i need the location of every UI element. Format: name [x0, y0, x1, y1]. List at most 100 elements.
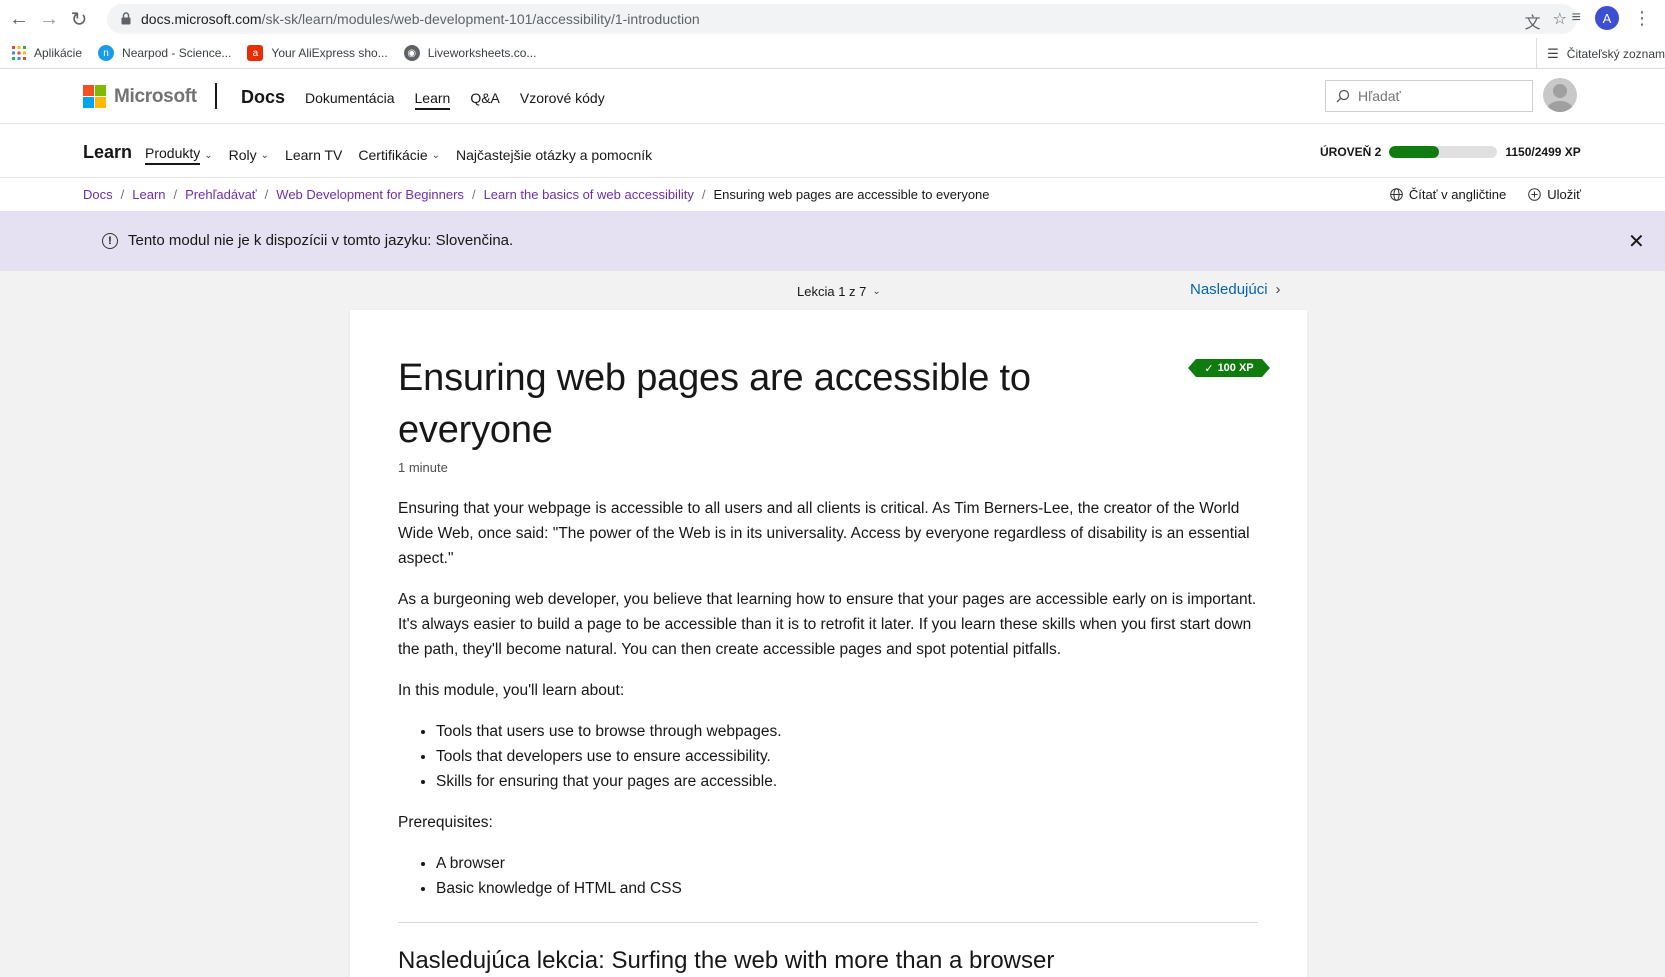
- nearpod-icon: n: [98, 45, 115, 61]
- list-item: Tools that users use to browse through w…: [436, 719, 1258, 744]
- nav-learn-tv[interactable]: Learn TV: [285, 145, 342, 165]
- header-nav: Dokumentácia Learn Q&A Vzorové kódy: [305, 90, 605, 110]
- menu-icon[interactable]: ⋮: [1633, 8, 1651, 29]
- next-label: Nasledujúci: [1190, 281, 1268, 298]
- nav-code-samples[interactable]: Vzorové kódy: [520, 90, 605, 110]
- xp-badge-label: 100 XP: [1217, 362, 1254, 374]
- duration: 1 minute: [398, 460, 448, 475]
- next-lesson-heading: Nasledujúca lekcia: Surfing the web with…: [398, 947, 1055, 974]
- address-bar[interactable]: docs.microsoft.com/sk-sk/learn/modules/w…: [107, 4, 1577, 34]
- save-button[interactable]: Uložiť: [1528, 187, 1581, 202]
- translate-icon[interactable]: 文: [1525, 9, 1541, 33]
- back-icon[interactable]: ←: [6, 6, 32, 32]
- bookmark-label: Nearpod - Science...: [122, 46, 232, 60]
- paragraph: In this module, you'll learn about:: [398, 682, 625, 699]
- microsoft-logo-icon: [83, 85, 106, 108]
- nav-products-label: Produkty: [145, 145, 201, 165]
- breadcrumb-separator: /: [701, 187, 706, 202]
- aliexpress-icon: a: [247, 45, 264, 61]
- reading-list-button[interactable]: ☰ Čitateľský zoznam: [1536, 38, 1665, 69]
- breadcrumb-separator: /: [264, 187, 269, 202]
- info-icon: !: [102, 233, 118, 249]
- nav-certifications-label: Certifikácie: [358, 147, 428, 163]
- reading-list-label: Čitateľský zoznam: [1566, 46, 1665, 61]
- search-placeholder: Hľadať: [1358, 88, 1401, 104]
- paragraph: Ensuring that your webpage is accessible…: [398, 500, 1250, 567]
- bookmark-label: Aplikácie: [34, 46, 83, 60]
- user-icon: [1547, 84, 1573, 112]
- reload-icon[interactable]: ↻: [66, 6, 92, 32]
- profile-avatar[interactable]: A: [1595, 6, 1619, 30]
- globe-icon: [1390, 188, 1403, 201]
- brand-name: Microsoft: [114, 85, 197, 107]
- xp-text: 1150/2499 XP: [1505, 145, 1581, 159]
- search-icon: [1336, 89, 1350, 103]
- media-icon[interactable]: ≡: [1572, 9, 1581, 27]
- apps-grid-icon: [12, 46, 26, 60]
- learn-title[interactable]: Learn: [83, 142, 132, 163]
- check-icon: ✓: [1204, 362, 1214, 375]
- breadcrumb-learn[interactable]: Learn: [132, 187, 165, 202]
- bookmark-label: Liveworksheets.co...: [427, 46, 537, 60]
- chevron-down-icon: ⌄: [204, 149, 213, 161]
- breadcrumb-current: Ensuring web pages are accessible to eve…: [713, 187, 990, 202]
- breadcrumb: Docs / Learn / Prehľadávať / Web Developmen…: [0, 179, 1665, 211]
- list-item: Skills for ensuring that your pages are …: [436, 769, 1258, 794]
- breadcrumb-path[interactable]: Web Development for Beginners: [276, 187, 464, 202]
- lesson-body: Ensuring that your webpage is accessible…: [398, 496, 1258, 917]
- forward-icon[interactable]: →: [36, 6, 62, 32]
- url-path: /sk-sk/learn/modules/web-development-101…: [261, 11, 700, 27]
- learn-bar: Learn Produkty ⌄ Roly ⌄ Learn TV Certifiká…: [0, 124, 1665, 178]
- nav-learn[interactable]: Learn: [414, 90, 451, 110]
- breadcrumb-docs[interactable]: Docs: [83, 187, 113, 202]
- xp-progress-bar: [1389, 146, 1498, 158]
- save-label: Uložiť: [1547, 187, 1581, 202]
- breadcrumb-browse[interactable]: Prehľadávať: [185, 187, 257, 202]
- chevron-right-icon: ›: [1275, 281, 1281, 298]
- paragraph: As a burgeoning web developer, you belie…: [398, 591, 1257, 658]
- browser-toolbar: ← → ↻ docs.microsoft.com/sk-sk/learn/mod…: [0, 0, 1665, 38]
- level-progress[interactable]: ÚROVEŇ 2 1150/2499 XP: [1320, 145, 1581, 159]
- nav-documentation[interactable]: Dokumentácia: [305, 90, 395, 110]
- docs-link[interactable]: Docs: [241, 87, 285, 108]
- divider: [215, 83, 217, 109]
- list-item: Tools that developers use to ensure acce…: [436, 744, 1258, 769]
- read-in-english-label: Čítať v angličtine: [1408, 187, 1507, 202]
- page-title: Ensuring web pages are accessible to eve…: [398, 357, 1031, 451]
- star-icon[interactable]: ☆: [1553, 9, 1567, 33]
- nav-faq-label: Najčastejšie otázky a pomocník: [456, 147, 653, 163]
- divider: [398, 922, 1258, 923]
- globe-icon: ◉: [403, 45, 420, 61]
- chevron-down-icon: ⌄: [431, 149, 441, 161]
- list-item: A browser: [436, 851, 1258, 876]
- level-label: ÚROVEŇ 2: [1320, 145, 1382, 159]
- close-icon[interactable]: ✕: [1628, 229, 1645, 254]
- url-host: docs.microsoft.com: [141, 11, 262, 27]
- nav-roles[interactable]: Roly ⌄: [229, 145, 269, 165]
- nav-products[interactable]: Produkty ⌄: [145, 145, 213, 165]
- nav-certifications[interactable]: Certifikácie ⌄: [358, 145, 440, 165]
- list-item: Basic knowledge of HTML and CSS: [436, 876, 1258, 901]
- microsoft-logo[interactable]: Microsoft: [83, 85, 197, 108]
- nav-faq[interactable]: Najčastejšie otázky a pomocník: [456, 145, 652, 165]
- site-header: Microsoft Docs Dokumentácia Learn Q&A Vz…: [0, 69, 1665, 124]
- next-unit-link[interactable]: Nasledujúci ›: [1190, 281, 1281, 298]
- user-avatar[interactable]: [1543, 78, 1577, 112]
- xp-badge: ✓ 100 XP: [1188, 359, 1270, 377]
- search-input[interactable]: Hľadať: [1325, 80, 1533, 112]
- lesson-card: ✓ 100 XP Ensuring web pages are accessib…: [350, 310, 1307, 977]
- bookmark-aliexpress[interactable]: a Your AliExpress sho...: [247, 45, 388, 61]
- lesson-selector[interactable]: Lekcia 1 z 7 ⌄: [797, 284, 881, 299]
- chevron-down-icon: ⌄: [260, 149, 270, 161]
- breadcrumb-separator: /: [173, 187, 178, 202]
- bookmark-apps[interactable]: Aplikácie: [12, 46, 82, 60]
- bookmark-liveworksheets[interactable]: ◉ Liveworksheets.co...: [403, 45, 537, 61]
- chevron-down-icon: ⌄: [872, 286, 881, 297]
- breadcrumb-separator: /: [120, 187, 125, 202]
- nav-qa[interactable]: Q&A: [470, 90, 500, 110]
- read-in-english-button[interactable]: Čítať v angličtine: [1390, 187, 1506, 202]
- reading-list-icon: ☰: [1547, 45, 1559, 61]
- breadcrumb-module[interactable]: Learn the basics of web accessibility: [484, 187, 694, 202]
- alert-text: Tento modul nie je k dispozícii v tomto …: [128, 232, 514, 249]
- bookmark-nearpod[interactable]: n Nearpod - Science...: [98, 45, 231, 61]
